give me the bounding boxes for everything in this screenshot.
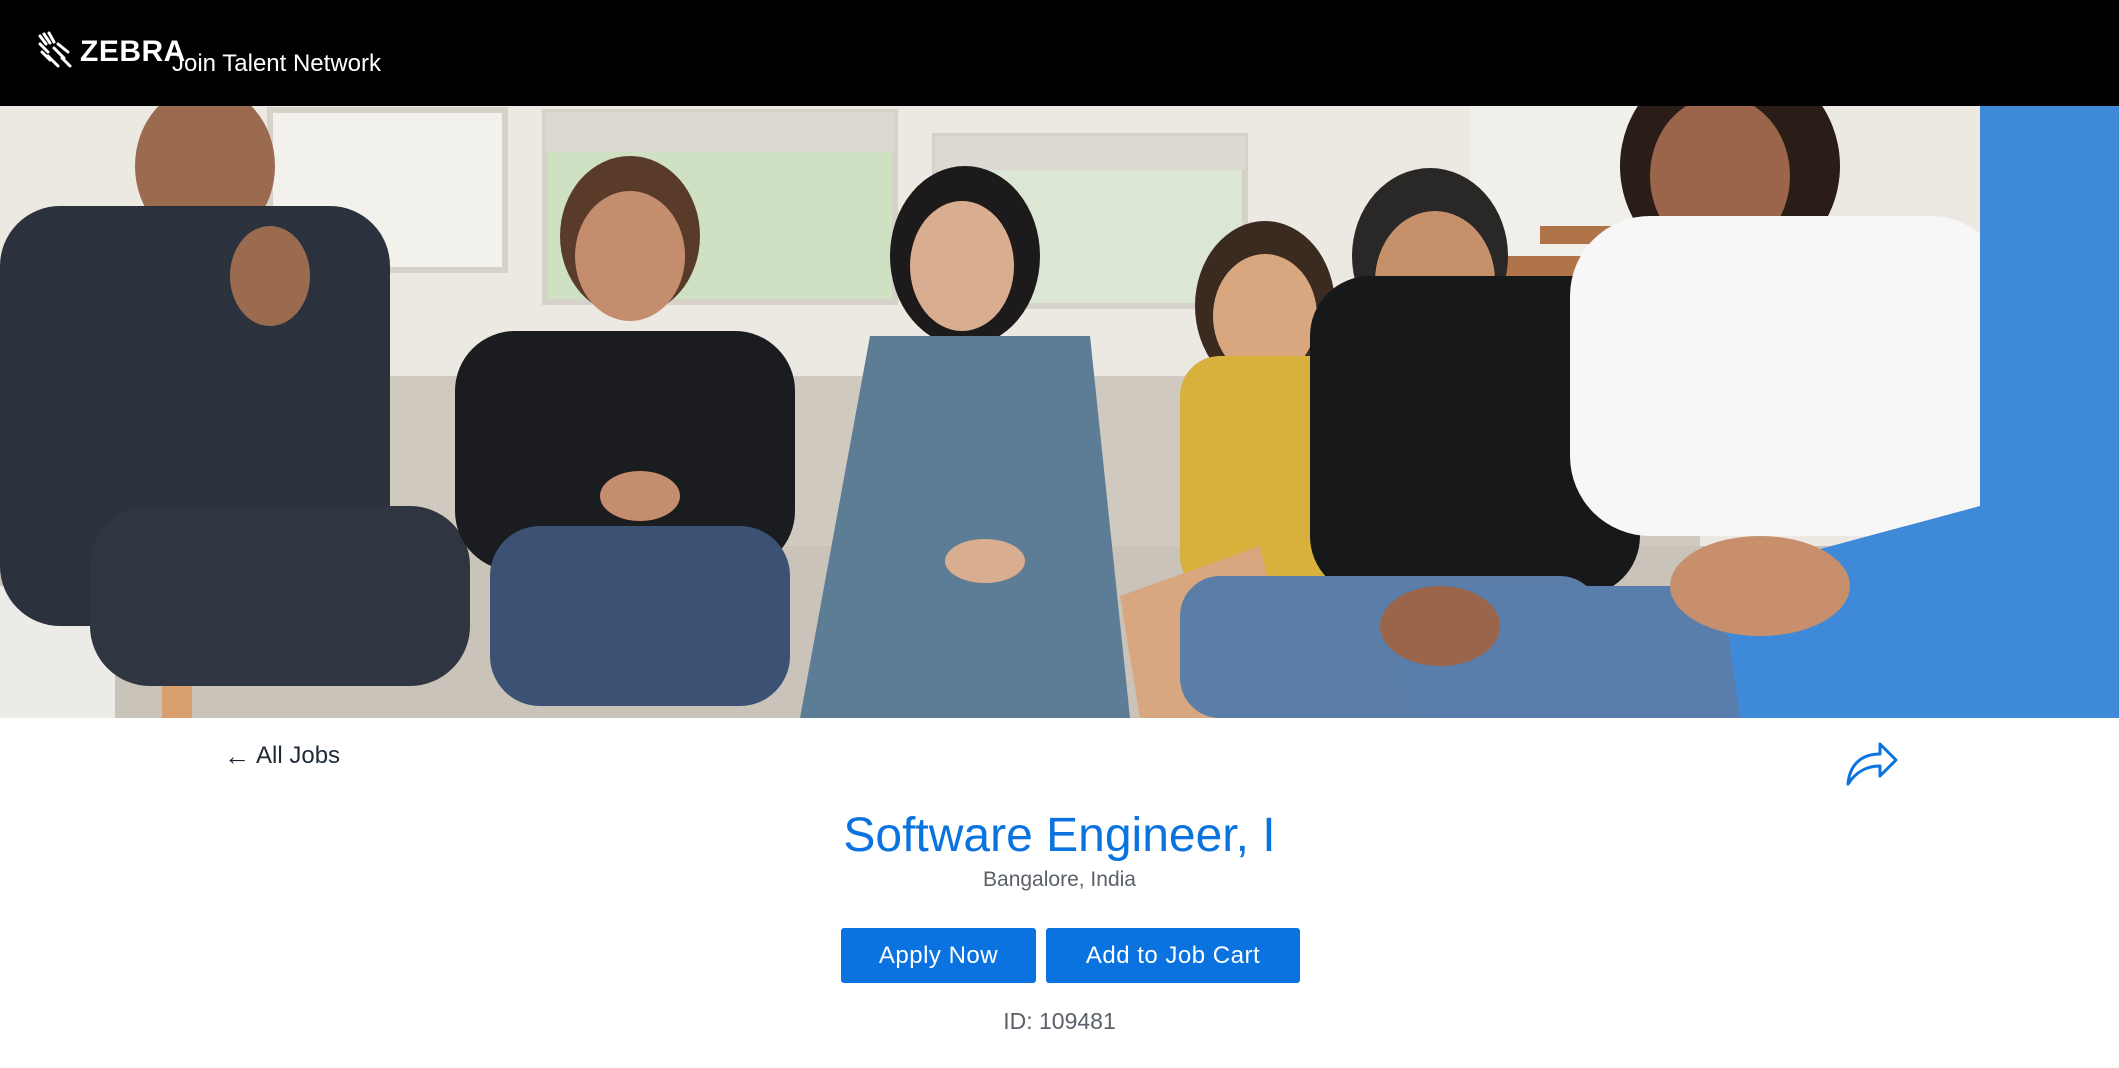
brand-name: ZEBRA (80, 35, 186, 68)
job-id: ID: 109481 (1003, 1008, 1116, 1034)
zebra-logo[interactable]: ZEBRA (34, 30, 186, 72)
add-to-job-cart-button[interactable]: Add to Job Cart (1046, 928, 1300, 983)
join-talent-network-link[interactable]: Join Talent Network (172, 50, 381, 78)
zebra-head-icon (38, 31, 72, 68)
hero-image (0, 106, 2119, 718)
all-jobs-back-link[interactable]: ← All Jobs (224, 742, 340, 770)
all-jobs-label: All Jobs (256, 742, 341, 769)
share-arrow-icon (1846, 742, 1898, 786)
apply-now-button[interactable]: Apply Now (841, 928, 1036, 983)
job-title: Software Engineer, I (843, 809, 1276, 862)
arrow-left-icon: ← (224, 741, 250, 771)
share-button[interactable] (1844, 736, 1900, 788)
site-header: ZEBRA Join Talent Network (0, 0, 2119, 106)
job-location: Bangalore, India (983, 868, 1136, 891)
